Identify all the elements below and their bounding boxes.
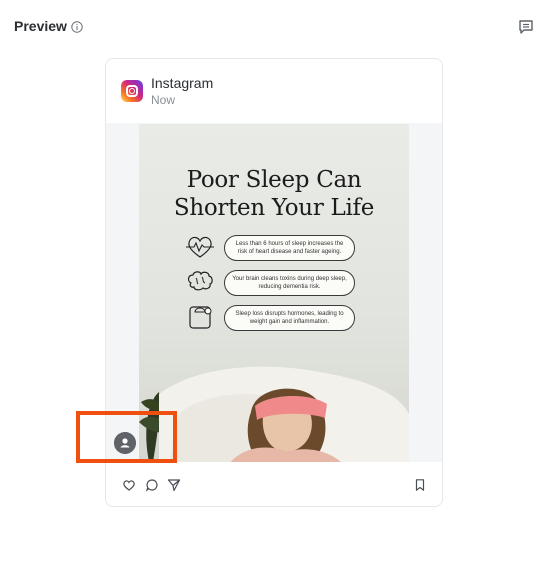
post-time: Now (151, 93, 176, 107)
preview-title: Preview (14, 18, 67, 34)
weight-scale-icon (189, 306, 212, 329)
account-name: Instagram (151, 75, 214, 91)
image-headline: Poor Sleep Can Shorten Your Life (139, 166, 409, 222)
comments-icon[interactable] (518, 19, 534, 35)
fact-bullet-3: Sleep loss disrupts hormones, leading to… (224, 305, 355, 331)
image-headline-line1: Poor Sleep Can (186, 167, 362, 193)
user-avatar-icon[interactable] (114, 432, 136, 454)
bookmark-icon[interactable] (413, 478, 427, 492)
post-image: Poor Sleep Can Shorten Your Life Less th… (139, 124, 409, 462)
info-icon[interactable] (71, 21, 83, 33)
brain-icon (187, 271, 213, 291)
sleeping-woman-illustration (159, 366, 409, 462)
heart-rate-icon (186, 236, 214, 258)
fact-bullet-2: Your brain cleans toxins during deep sle… (224, 270, 355, 296)
like-heart-icon[interactable] (122, 478, 136, 492)
comment-bubble-icon[interactable] (145, 478, 159, 492)
instagram-logo-icon (121, 80, 143, 102)
share-send-icon[interactable] (167, 478, 181, 492)
image-headline-line2: Shorten Your Life (173, 195, 375, 221)
fact-bullet-1: Less than 6 hours of sleep increases the… (224, 235, 355, 261)
